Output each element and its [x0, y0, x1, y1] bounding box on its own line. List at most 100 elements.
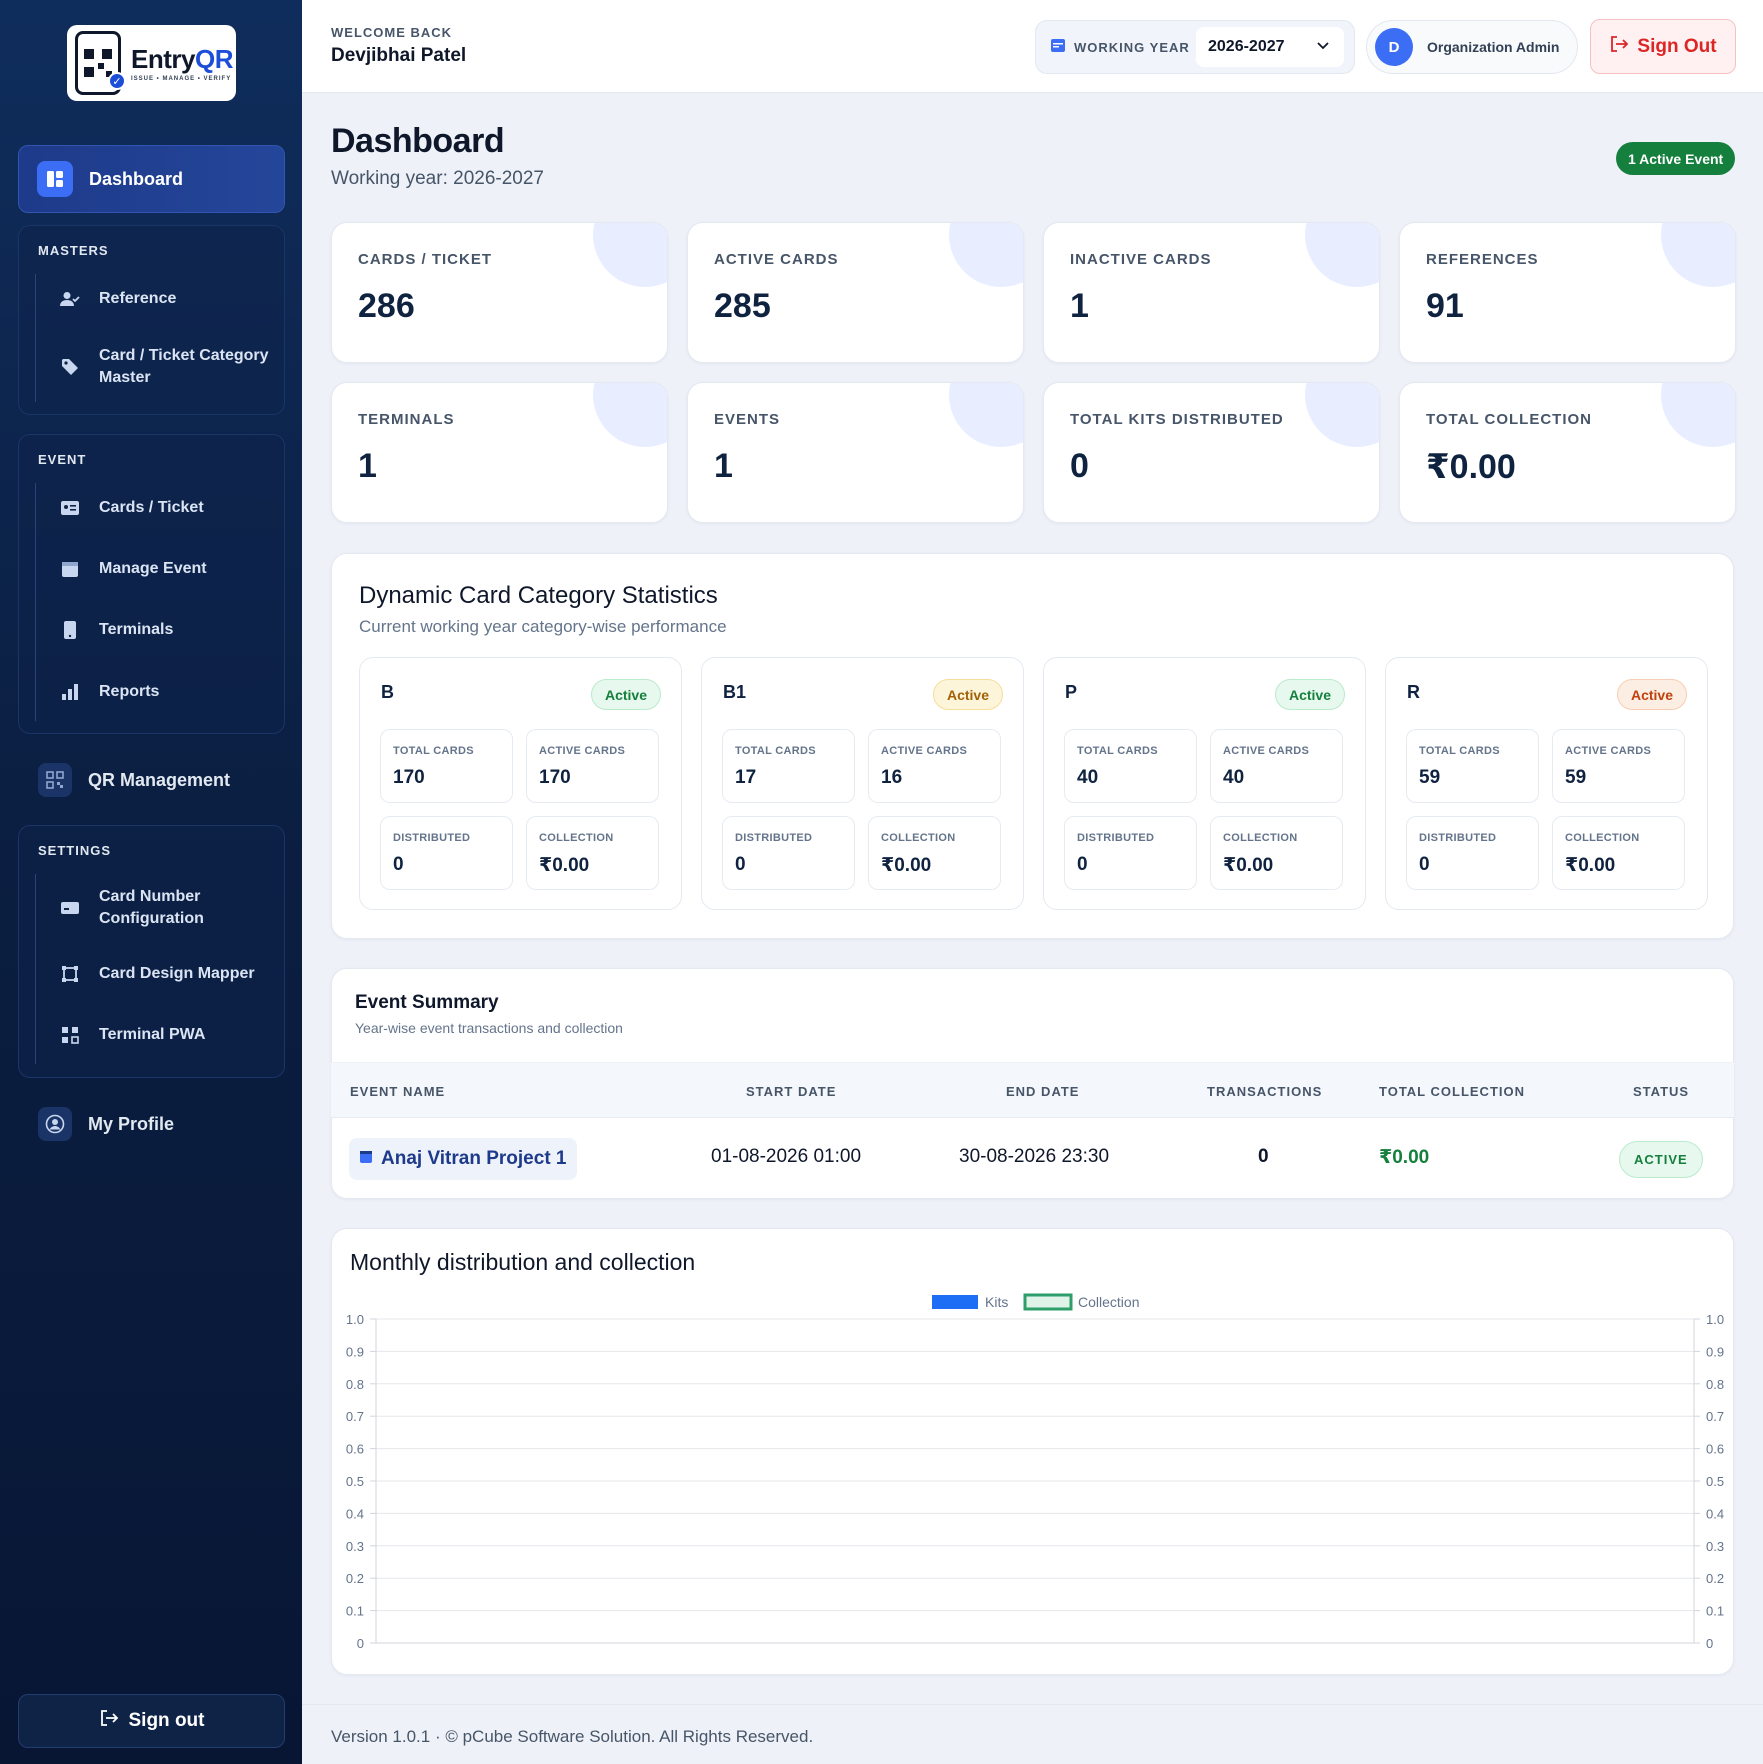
topbar: WELCOME BACK Devjibhai Patel WORKING YEA… — [302, 0, 1763, 93]
y-tick-label: 0.7 — [1706, 1409, 1724, 1424]
footer: Version 1.0.1 · © pCube Software Solutio… — [302, 1704, 1763, 1764]
sidebar-item-manage-event[interactable]: Manage Event — [59, 558, 279, 580]
y-tick-label: 0.6 — [346, 1442, 364, 1457]
id-card-icon — [59, 500, 81, 516]
distributed-value: 0 — [735, 854, 746, 875]
status-badge: ACTIVE — [1619, 1141, 1703, 1178]
stat-label: EVENTS — [714, 411, 781, 428]
user-role: Organization Admin — [1427, 39, 1560, 55]
status-badge: Active — [932, 679, 1003, 710]
total-cards-value: 170 — [393, 767, 425, 788]
stat-value: 285 — [714, 287, 771, 325]
panel-title: Dynamic Card Category Statistics — [359, 582, 718, 609]
distributed-value: 0 — [1419, 854, 1430, 875]
event-name-link[interactable]: Anaj Vitran Project 1 — [349, 1138, 577, 1180]
sidebar-item-reports[interactable]: Reports — [59, 681, 279, 703]
frame-icon — [59, 965, 81, 983]
page-title: Dashboard — [331, 122, 505, 160]
collection-value: ₹0.00 — [1223, 855, 1274, 876]
qr-code-icon — [38, 763, 72, 797]
distributed-value: 0 — [1077, 854, 1088, 875]
legend-swatch-kits — [932, 1295, 978, 1309]
y-tick-label: 0 — [1706, 1636, 1713, 1651]
category-card-p: P Active TOTAL CARDS 40 ACTIVE CARDS 40 DI… — [1043, 657, 1366, 910]
category-name: B1 — [723, 682, 747, 702]
y-tick-label: 0.6 — [1706, 1442, 1724, 1457]
y-axis-right: 0 0.1 0.2 0.3 0.4 0.5 0.6 0.7 0.8 0.9 1.0 — [1706, 1312, 1724, 1651]
avatar: D — [1375, 28, 1413, 66]
stat-label: REFERENCES — [1426, 251, 1539, 268]
working-year-dropdown[interactable]: 2026-2027 — [1196, 27, 1344, 67]
stat-card-inactive-cards: INACTIVE CARDS 1 — [1043, 222, 1380, 363]
y-tick-label: 0.4 — [346, 1506, 364, 1521]
stat-card-events: EVENTS 1 — [687, 382, 1024, 523]
active-cards-value: 59 — [1565, 767, 1587, 788]
table-header: EVENT NAME START DATE END DATE TRANSACTI… — [331, 1062, 1734, 1118]
distributed-value: 0 — [393, 854, 404, 875]
sidebar-item-cards-ticket[interactable]: Cards / Ticket — [59, 497, 279, 519]
column-header: TRANSACTIONS — [1207, 1084, 1323, 1099]
y-tick-label: 0.9 — [346, 1344, 364, 1359]
sidebar-item-card-design-mapper[interactable]: Card Design Mapper — [59, 963, 279, 985]
qr-scan-icon — [59, 1026, 81, 1044]
category-name: P — [1065, 682, 1078, 702]
stat-label: ACTIVE CARDS — [714, 251, 839, 268]
y-tick-label: 0.3 — [346, 1539, 364, 1554]
active-cards-value: 16 — [881, 767, 903, 788]
sidebar-item-terminals[interactable]: Terminals — [59, 619, 279, 641]
stat-value: 1 — [358, 447, 377, 485]
user-check-icon — [59, 291, 81, 307]
dashboard-icon — [37, 161, 73, 197]
legend-label: Kits — [985, 1294, 1008, 1310]
sidebar-item-qr-management[interactable]: QR Management — [18, 751, 285, 809]
card-number-icon — [59, 900, 81, 916]
y-tick-label: 0.8 — [1706, 1377, 1724, 1392]
sidebar-item-terminal-pwa[interactable]: Terminal PWA — [59, 1024, 279, 1046]
active-cards-value: 170 — [539, 767, 571, 788]
category-card-b: B Active TOTAL CARDS 170 ACTIVE CARDS 170 … — [359, 657, 682, 910]
user-menu[interactable]: D Organization Admin — [1366, 20, 1578, 74]
total-cards-value: 17 — [735, 767, 757, 788]
nav-group-title: SETTINGS — [38, 843, 112, 858]
stat-label: CARDS / TICKET — [358, 251, 492, 268]
y-tick-label: 0.4 — [1706, 1506, 1724, 1521]
bar-chart-icon — [59, 683, 81, 701]
sidebar-item-my-profile[interactable]: My Profile — [18, 1095, 285, 1153]
category-card-b1: B1 Active TOTAL CARDS 17 ACTIVE CARDS 16 D… — [701, 657, 1024, 910]
legend-label: Collection — [1078, 1294, 1139, 1310]
y-tick-label: 0.1 — [1706, 1604, 1724, 1619]
working-year-selector: WORKING YEAR 2026-2027 — [1035, 20, 1355, 74]
sidebar-item-reference[interactable]: Reference — [59, 288, 279, 310]
nav-group-masters: MASTERS Reference Card / Ticket Category… — [18, 225, 285, 415]
logout-icon — [1609, 35, 1629, 59]
stat-label: TERMINALS — [358, 411, 455, 428]
sign-out-button[interactable]: Sign Out — [1590, 19, 1736, 74]
legend-swatch-collection — [1023, 1293, 1073, 1311]
chart-title: Monthly distribution and collection — [350, 1249, 695, 1275]
stat-value: 91 — [1426, 287, 1464, 325]
tag-icon — [59, 358, 81, 376]
nav-group-title: MASTERS — [38, 243, 109, 258]
start-date: 01-08-2026 01:00 — [711, 1146, 862, 1167]
stat-label: INACTIVE CARDS — [1070, 251, 1212, 268]
y-tick-label: 1.0 — [1706, 1312, 1724, 1327]
column-header: TOTAL COLLECTION — [1379, 1084, 1525, 1099]
panel-subtitle: Current working year category-wise perfo… — [359, 617, 727, 636]
y-tick-label: 0.8 — [346, 1377, 364, 1392]
status-badge: Active — [1274, 679, 1345, 710]
sidebar-item-card-number-configuration[interactable]: Card Number Configuration — [59, 886, 279, 930]
panel-subtitle: Year-wise event transactions and collect… — [355, 1020, 623, 1036]
active-event-badge: 1 Active Event — [1616, 142, 1736, 175]
collection-value: ₹0.00 — [539, 855, 590, 876]
stat-card-total-kits-distributed: TOTAL KITS DISTRIBUTED 0 — [1043, 382, 1380, 523]
sidebar: ✓ EntryQR ISSUE • MANAGE • VERIFY Dashbo… — [0, 0, 302, 1764]
sidebar-item-card-category-master[interactable]: Card / Ticket Category Master — [59, 345, 279, 389]
sidebar-item-dashboard[interactable]: Dashboard — [18, 145, 285, 213]
stat-value: 0 — [1070, 447, 1089, 485]
column-header: START DATE — [746, 1084, 837, 1099]
y-tick-label: 0.2 — [346, 1571, 364, 1586]
sidebar-sign-out-button[interactable]: Sign out — [18, 1694, 285, 1748]
total-cards-value: 40 — [1077, 767, 1099, 788]
column-header: STATUS — [1633, 1084, 1690, 1099]
y-tick-label: 0.7 — [346, 1409, 364, 1424]
